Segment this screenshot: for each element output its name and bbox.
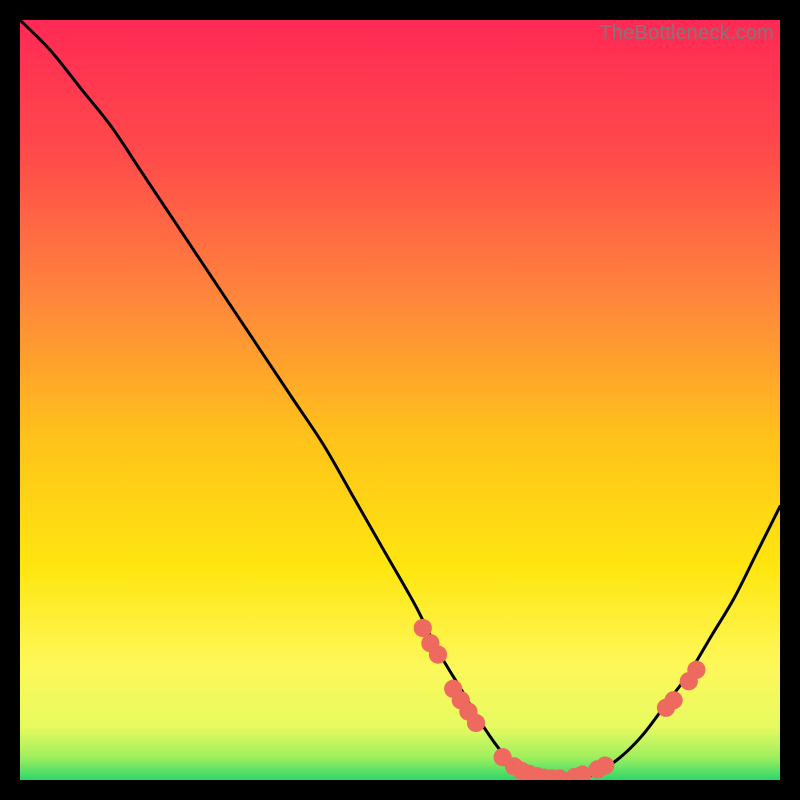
highlight-point <box>687 661 705 679</box>
highlight-point <box>429 645 447 663</box>
highlight-point <box>467 714 485 732</box>
highlight-point <box>664 691 682 709</box>
chart-plot <box>20 20 780 780</box>
watermark-label: TheBottleneck.com <box>599 22 774 45</box>
highlight-point <box>596 756 614 774</box>
bottleneck-curve <box>20 20 780 780</box>
curve-layer <box>20 20 780 780</box>
chart-frame: TheBottleneck.com <box>20 20 780 780</box>
marker-layer <box>414 619 706 780</box>
